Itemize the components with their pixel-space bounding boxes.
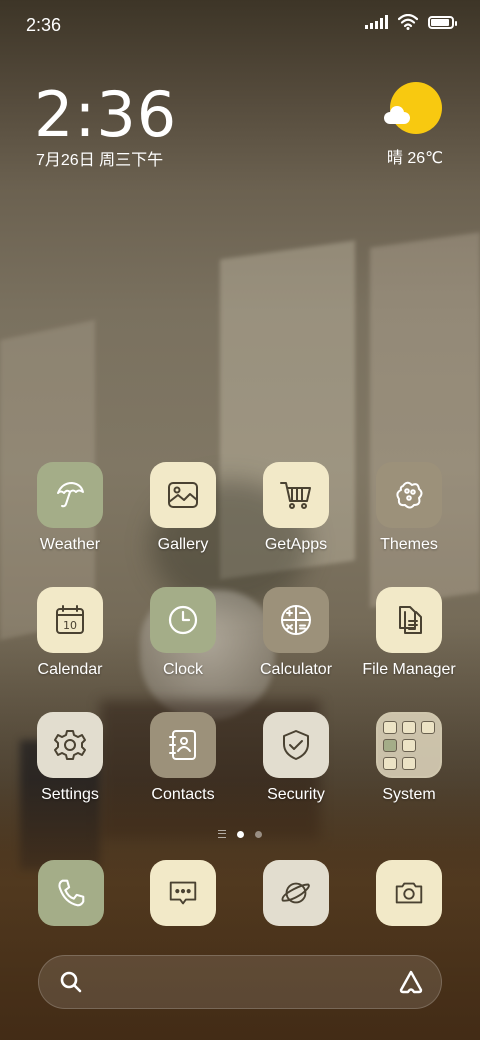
search-bar[interactable] xyxy=(38,955,442,1009)
feed-page-icon[interactable] xyxy=(218,830,226,838)
camera-icon xyxy=(395,882,423,904)
clock-widget-date[interactable]: 7月26日 周三下午 xyxy=(36,146,163,170)
app-label: Gallery xyxy=(157,536,209,553)
app-calculator[interactable]: Calculator xyxy=(241,587,351,679)
app-calendar[interactable]: 10 Calendar xyxy=(15,587,125,679)
calendar-icon: 10 xyxy=(56,605,84,634)
shield-check-icon xyxy=(283,730,309,760)
folder-icon xyxy=(376,712,442,778)
contacts-book-icon xyxy=(169,730,196,760)
assistant-icon[interactable] xyxy=(397,968,425,996)
cart-icon xyxy=(280,482,311,509)
message-icon xyxy=(169,881,197,905)
wifi-icon xyxy=(398,14,418,30)
app-themes[interactable]: Themes xyxy=(354,462,464,554)
app-security[interactable]: Security xyxy=(241,712,351,804)
browser-planet-icon xyxy=(281,882,310,904)
status-bar: 2:36 xyxy=(0,0,480,50)
app-gallery[interactable]: Gallery xyxy=(128,462,238,554)
dock-phone[interactable] xyxy=(38,860,104,926)
app-weather[interactable]: Weather xyxy=(15,462,125,554)
app-clock[interactable]: Clock xyxy=(128,587,238,679)
app-contacts[interactable]: Contacts xyxy=(128,712,238,804)
page-indicator[interactable] xyxy=(0,830,480,838)
folder-system[interactable]: System xyxy=(354,712,464,804)
app-label: Weather xyxy=(39,536,101,553)
clock-icon xyxy=(168,605,198,635)
weather-widget[interactable]: 晴 26℃ xyxy=(380,82,450,168)
image-icon xyxy=(168,482,198,508)
app-getapps[interactable]: GetApps xyxy=(241,462,351,554)
umbrella-icon xyxy=(57,482,84,508)
app-label: Calendar xyxy=(37,661,103,678)
dock-messages[interactable] xyxy=(150,860,216,926)
app-label: File Manager xyxy=(362,661,456,678)
app-label: System xyxy=(382,786,436,803)
status-time: 2:36 xyxy=(26,15,62,35)
app-label: Security xyxy=(267,786,325,803)
calculator-icon xyxy=(281,605,311,635)
gear-icon xyxy=(54,730,86,760)
phone-icon xyxy=(58,879,85,907)
status-icons xyxy=(365,14,457,30)
dock-browser[interactable] xyxy=(263,860,329,926)
page-dot[interactable] xyxy=(255,830,262,838)
app-label: Calculator xyxy=(259,661,333,678)
app-file-manager[interactable]: File Manager xyxy=(354,587,464,679)
app-label: Themes xyxy=(380,536,438,553)
app-settings[interactable]: Settings xyxy=(15,712,125,804)
palette-icon xyxy=(396,481,423,509)
battery-icon xyxy=(428,15,457,29)
weather-text: 晴 26℃ xyxy=(386,150,444,167)
search-icon[interactable] xyxy=(59,970,83,994)
app-label: Settings xyxy=(41,786,99,803)
dock-camera[interactable] xyxy=(376,860,442,926)
clock-widget-time[interactable]: 2:36 xyxy=(34,78,177,151)
app-label: Contacts xyxy=(151,786,215,803)
app-label: GetApps xyxy=(264,536,328,553)
page-dot-active[interactable] xyxy=(237,830,244,838)
calendar-day: 10 xyxy=(63,619,77,632)
files-icon xyxy=(399,606,422,634)
sun-cloud-icon xyxy=(384,82,442,134)
signal-icon xyxy=(365,15,388,29)
app-label: Clock xyxy=(162,661,203,678)
